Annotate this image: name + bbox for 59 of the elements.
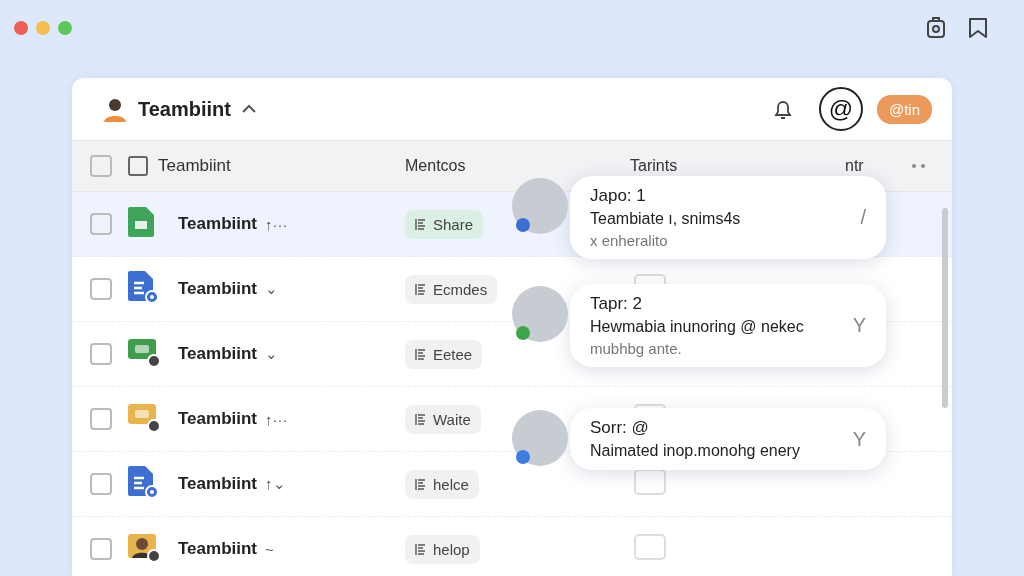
column-header[interactable]: Teambiint [158,156,231,176]
status-glyph: ⌄ [265,345,279,363]
column-header[interactable]: ntr [845,157,864,175]
select-all-checkbox[interactable] [90,155,112,177]
mention-tag[interactable]: helce [405,469,479,499]
file-name: Teambiint [178,344,258,364]
file-name: Teambiint [178,214,258,234]
maximize-button[interactable] [58,21,72,35]
mention-tag[interactable]: helop [405,534,480,564]
mention-title: Sorr: @ [590,418,650,438]
caret-icon[interactable] [240,104,257,114]
empty-slot [634,534,666,560]
file-name: Teambiint [178,279,258,299]
app-title: Teambiint [138,97,231,121]
checkbox[interactable] [90,278,112,300]
checkbox[interactable] [90,408,112,430]
status-glyph: ↑⌄ [265,475,286,493]
mention-tag[interactable]: Share [405,209,484,239]
mention-note: mubhbg ante. [590,340,683,357]
check-mark: / [860,206,866,229]
column-header[interactable]: Tarints [630,157,678,175]
bag-icon[interactable] [926,17,946,39]
check-mark: Y [852,427,866,451]
mention-text: Teambiate ı, snims4s [590,210,742,228]
column-header[interactable]: Mentcos [405,157,466,175]
file-name: Teambiint [178,539,258,559]
lines-icon [415,347,427,361]
checkbox[interactable] [90,213,112,235]
status-glyph: ⌄ [265,280,279,298]
file-name: Teambiint [178,474,258,494]
mention-tooltip[interactable]: Sorr: @ Naimated inop.monohg enery Y [570,408,886,470]
lines-icon [415,542,427,556]
lines-icon [415,282,427,296]
mention-tag[interactable]: Eetee [405,339,483,369]
mention-note: x enheralito [590,232,669,249]
file-name: Teambiint [178,409,258,429]
user-icon [102,96,128,122]
close-button[interactable] [14,21,28,35]
mention-tag[interactable]: Waite [405,404,481,434]
mention-title: Tapr: 2 [590,294,643,314]
minimize-button[interactable] [36,21,50,35]
mention-button[interactable]: @ [818,87,863,131]
mention-tooltip[interactable]: Japo: 1 Teambiate ı, snims4s x enheralito / [570,176,886,259]
checkbox[interactable] [128,156,148,176]
checkbox[interactable] [90,343,112,365]
bookmark-icon[interactable] [968,17,988,39]
lines-icon [415,477,427,491]
mention-tag[interactable]: Ecmdes [405,274,498,304]
more-icon[interactable] [912,164,925,168]
status-glyph: ↑··· [265,215,288,233]
status-glyph: ~ [265,540,274,558]
table-row[interactable]: Teambiint ~ helop [72,517,952,576]
mention-tooltip[interactable]: Tapr: 2 Hewmabia inunoring @ nekec mubhbg ante. Y [570,284,886,367]
checkbox[interactable] [90,538,112,560]
checkbox[interactable] [90,473,112,495]
scrollbar[interactable] [942,208,948,408]
lines-icon [415,217,427,231]
status-glyph: ↑··· [265,410,288,428]
lines-icon [415,412,427,426]
